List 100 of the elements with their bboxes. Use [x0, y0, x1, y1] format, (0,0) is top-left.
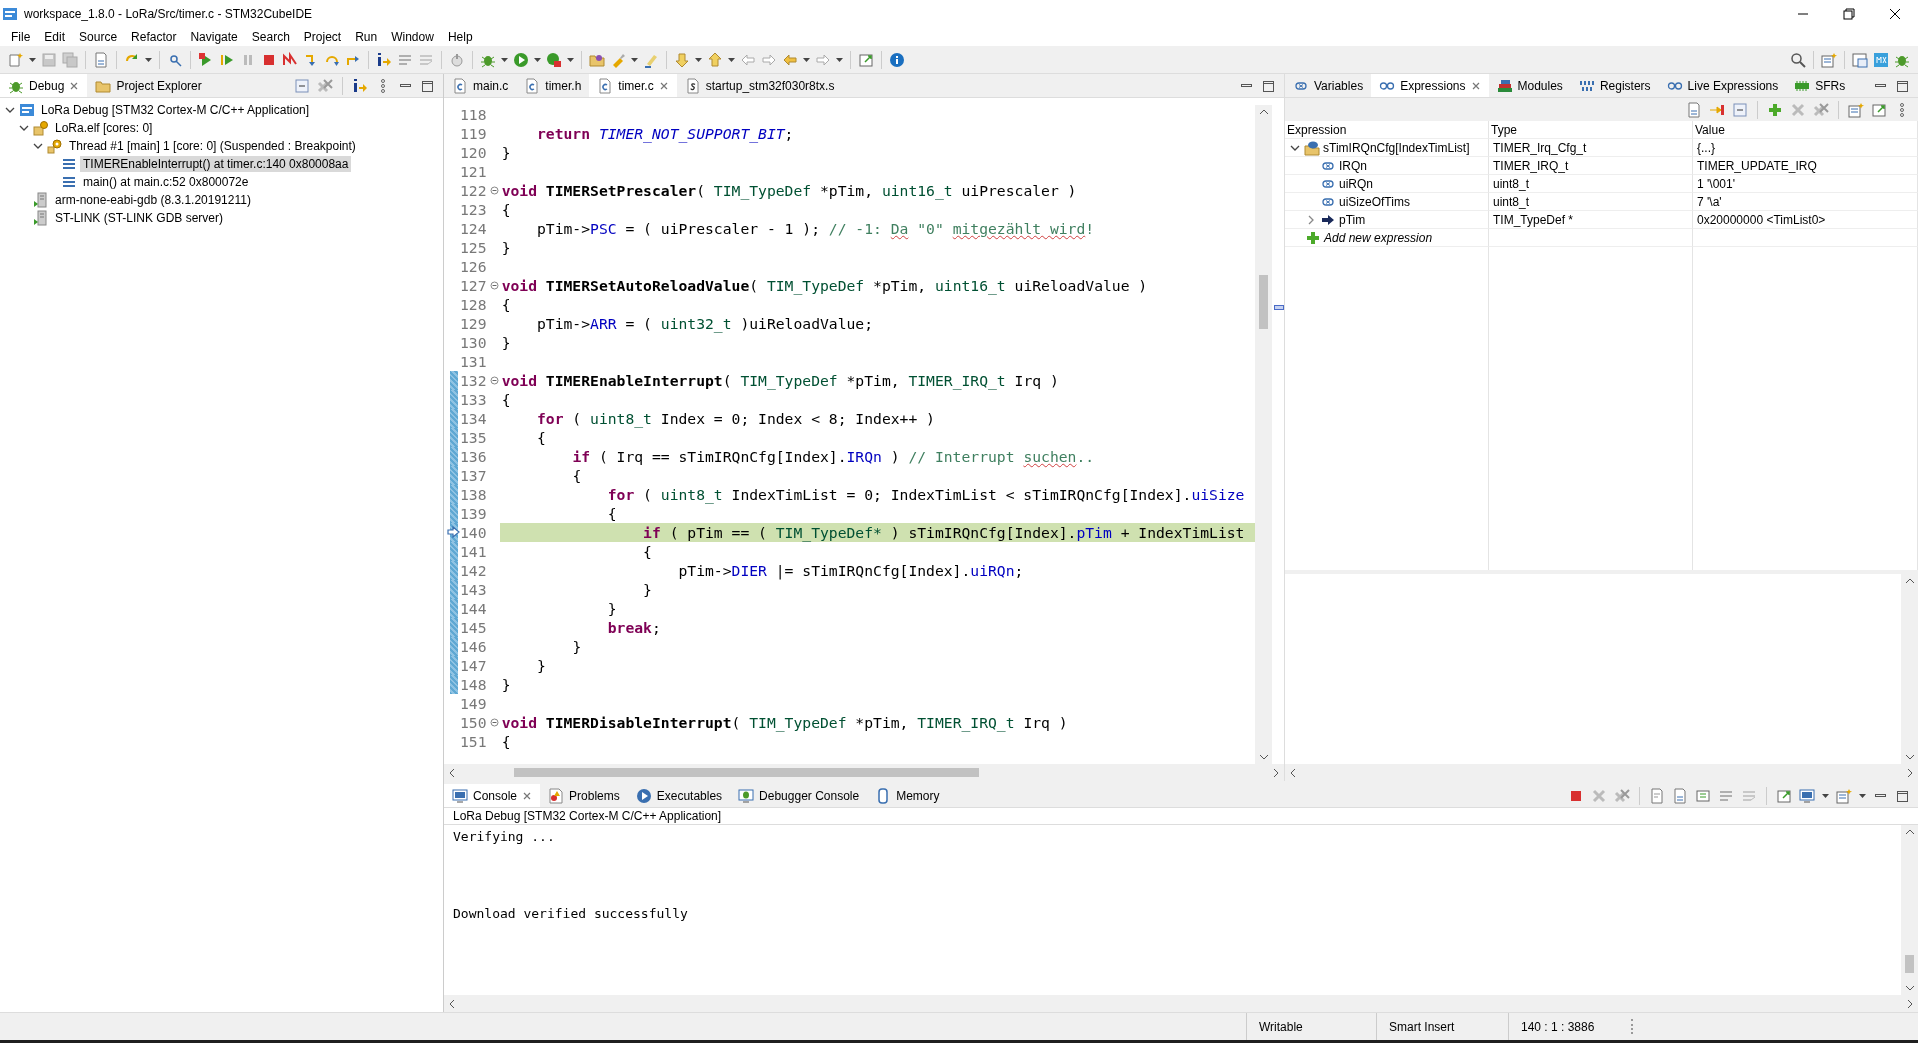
plus-icon[interactable] — [1305, 229, 1321, 246]
caret-icon[interactable] — [803, 56, 810, 63]
horizontal-scrollbar[interactable] — [444, 764, 1284, 781]
expression-name[interactable]: uiRQn — [1339, 176, 1373, 191]
expression-name[interactable]: sTimIRQnCfg[IndexTimList] — [1323, 140, 1470, 155]
menu-item[interactable]: Help — [440, 29, 480, 44]
tree-item[interactable]: Thread #1 [main] 1 [core: 0] (Suspended : Breakpoint) — [66, 138, 359, 154]
caret-icon[interactable] — [145, 56, 152, 63]
scrollbar-thumb[interactable] — [1259, 275, 1269, 329]
caret-icon[interactable] — [1822, 792, 1829, 799]
scrollbar-thumb[interactable] — [514, 768, 979, 777]
down-arrow-icon[interactable] — [674, 51, 690, 68]
expression-name[interactable]: IRQn — [1339, 158, 1367, 173]
tree-item[interactable]: arm-none-eabi-gdb (8.3.1.20191211) — [52, 192, 254, 208]
open-perspective-icon[interactable] — [1821, 51, 1837, 68]
view-tab[interactable]: Problems — [540, 784, 628, 807]
caret-icon[interactable] — [695, 56, 702, 63]
maximize-icon[interactable] — [1895, 788, 1910, 803]
view-tab[interactable]: timer.h — [516, 74, 590, 97]
view-tab[interactable]: Debugger Console — [730, 784, 868, 807]
menu-item[interactable]: Window — [384, 29, 441, 44]
view-tab[interactable]: startup_stm32f030r8tx.s — [676, 74, 843, 97]
menu-item[interactable]: Project — [296, 29, 349, 44]
collapse-icon[interactable] — [489, 186, 499, 195]
horizontal-scrollbar[interactable] — [1285, 764, 1918, 781]
horizontal-scrollbar[interactable] — [444, 995, 1918, 1012]
remove-all-icon[interactable] — [1614, 787, 1630, 804]
tree-item[interactable]: TIMEREnableInterrupt() at timer.c:140 0x80008aa — [80, 156, 352, 172]
caret-icon[interactable] — [1859, 792, 1866, 799]
open-perspective-icon[interactable] — [1836, 787, 1852, 804]
view-tab[interactable]: Console — [444, 784, 541, 807]
menu-item[interactable]: Refactor — [124, 29, 184, 44]
caret-icon[interactable] — [567, 56, 574, 63]
view-tab[interactable]: Variables — [1285, 74, 1372, 97]
column-header[interactable]: Type — [1491, 122, 1517, 137]
view-tab[interactable]: Memory — [867, 784, 948, 807]
view-tab[interactable]: Live Expressions — [1658, 74, 1787, 97]
code-line: for ( uint8_t IndexTimList = 0; IndexTimList < sTimIRQnCfg[Index].uiSize — [607, 486, 1245, 503]
vertical-scrollbar[interactable] — [1255, 105, 1273, 764]
open-perspective-icon[interactable] — [1848, 101, 1864, 118]
line-number: 143 — [460, 580, 488, 599]
pin-console-icon[interactable] — [1695, 787, 1711, 804]
collapse-all-icon[interactable] — [294, 77, 310, 94]
caret-icon[interactable] — [728, 56, 735, 63]
tree-item[interactable]: LoRa.elf [cores: 0] — [52, 120, 156, 136]
menu-item[interactable]: Search — [244, 29, 297, 44]
collapse-icon[interactable] — [489, 376, 499, 385]
vertical-scrollbar[interactable] — [1901, 825, 1918, 995]
view-tab[interactable]: Registers — [1570, 74, 1659, 97]
window-icon[interactable] — [1852, 51, 1868, 68]
view-tab[interactable]: main.c — [444, 74, 517, 97]
expression-name[interactable]: pTim — [1339, 212, 1366, 227]
menu-item[interactable]: Navigate — [183, 29, 245, 44]
menu-item[interactable]: Source — [72, 29, 125, 44]
search-icon[interactable] — [1790, 51, 1806, 68]
up-arrow-icon[interactable] — [707, 51, 723, 68]
maximize-icon[interactable] — [420, 78, 435, 93]
export-icon[interactable] — [858, 51, 874, 68]
monitor-icon[interactable] — [1799, 787, 1815, 804]
view-tab[interactable]: Project Explorer — [87, 74, 210, 97]
menu-item[interactable]: Edit — [37, 29, 73, 44]
caret-icon[interactable] — [29, 56, 36, 63]
collapse-all-icon[interactable] — [1732, 101, 1748, 118]
view-tab[interactable]: timer.c — [589, 74, 677, 97]
view-tab[interactable]: Modules — [1488, 74, 1571, 97]
menu-item[interactable]: File — [4, 29, 38, 44]
plus-icon[interactable] — [1767, 101, 1783, 118]
cube-tile-icon[interactable] — [1873, 51, 1889, 68]
info-icon[interactable] — [889, 51, 905, 68]
collapse-icon[interactable] — [489, 281, 499, 290]
expression-name[interactable]: uiSizeOfTims — [1339, 194, 1410, 209]
scrollbar-thumb[interactable] — [1905, 955, 1914, 973]
tree-item[interactable]: main() at main.c:52 0x800072e — [80, 174, 252, 190]
export-icon[interactable] — [1776, 787, 1792, 804]
maximize-icon[interactable] — [1261, 78, 1276, 93]
remove-all-icon[interactable] — [317, 77, 333, 94]
column-header[interactable]: Expression — [1287, 122, 1347, 137]
caret-icon[interactable] — [534, 56, 541, 63]
view-tab[interactable]: SFRs — [1786, 74, 1854, 97]
restore-icon[interactable] — [1841, 5, 1857, 22]
view-tab[interactable]: Debug — [0, 74, 88, 97]
maximize-icon[interactable] — [1895, 78, 1910, 93]
column-header[interactable]: Value — [1695, 122, 1725, 137]
play-icon[interactable] — [513, 51, 529, 68]
menu-item[interactable]: Run — [348, 29, 385, 44]
export-icon[interactable] — [1871, 101, 1887, 118]
collapse-icon[interactable] — [489, 718, 499, 727]
tree-item[interactable]: LoRa Debug [STM32 Cortex-M C/C++ Application] — [38, 102, 313, 118]
instruction-step-icon[interactable] — [352, 77, 368, 94]
tree-item[interactable]: ST-LINK (ST-LINK GDB server) — [52, 210, 227, 226]
instruction-step-icon[interactable] — [376, 51, 392, 68]
view-tab[interactable]: Expressions — [1371, 74, 1489, 97]
caret-icon[interactable] — [631, 56, 638, 63]
caret-icon[interactable] — [501, 56, 508, 63]
remove-all-icon[interactable] — [1813, 101, 1829, 118]
run-tool-icon[interactable] — [546, 51, 562, 68]
caret-icon[interactable] — [836, 56, 843, 63]
add-expression-link[interactable]: Add new expression — [1324, 230, 1433, 245]
disconnect-icon[interactable] — [282, 51, 298, 68]
view-tab[interactable]: Executables — [627, 784, 731, 807]
